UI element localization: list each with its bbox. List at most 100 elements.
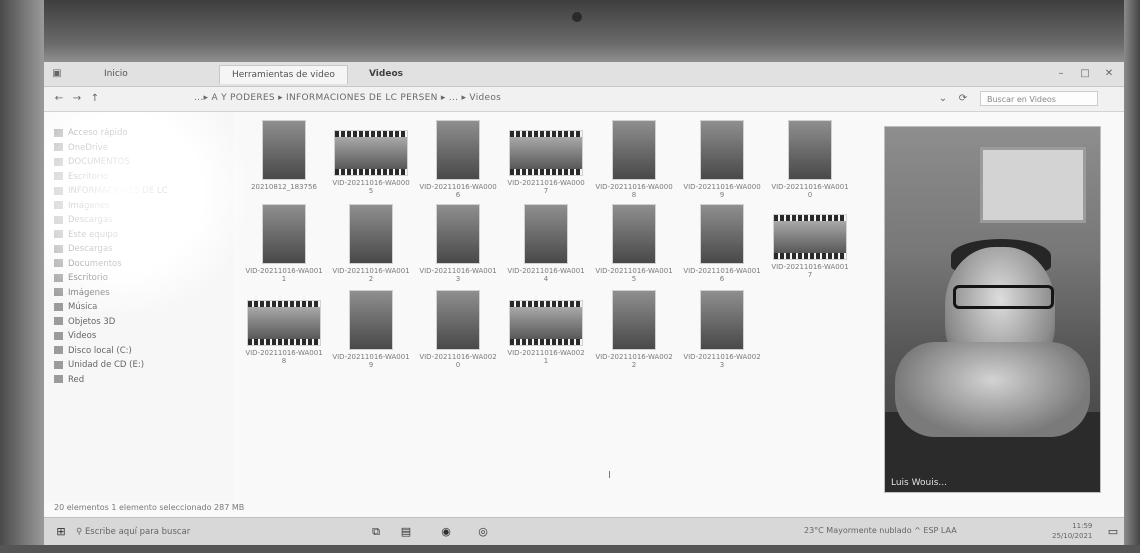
file-item[interactable]: VID-20211016-WA0007 xyxy=(506,120,586,195)
file-item[interactable]: VID-20211016-WA0013 xyxy=(418,204,498,283)
file-name: VID-20211016-WA0023 xyxy=(683,353,761,369)
background-window xyxy=(980,147,1086,223)
sidebar-item-label: Escritorio xyxy=(68,171,108,182)
file-explorer-icon[interactable]: ▤ xyxy=(399,525,413,539)
file-item[interactable]: VID-20211016-WA0016 xyxy=(682,204,762,283)
webcam-icon xyxy=(572,12,582,22)
film-frame xyxy=(510,307,582,339)
monitor-bezel-bottom xyxy=(0,545,1140,553)
system-tray[interactable]: 23°C Mayormente nublado ^ ESP LAA xyxy=(804,526,957,535)
tab-video-tools[interactable]: Herramientas de video xyxy=(219,65,348,84)
sidebar-item[interactable]: Videos xyxy=(54,329,96,343)
sidebar-item[interactable]: Imágenes xyxy=(54,199,110,213)
refresh-icon[interactable]: ⟳ xyxy=(956,92,970,106)
taskbar-search-input[interactable]: ⚲ Escribe aquí para buscar xyxy=(76,523,256,541)
file-name: VID-20211016-WA0007 xyxy=(507,179,585,195)
file-item[interactable]: VID-20211016-WA0010 xyxy=(770,120,850,199)
sidebar-item[interactable]: Música xyxy=(54,300,97,314)
minimize-icon[interactable]: – xyxy=(1054,67,1068,81)
file-name: VID-20211016-WA0022 xyxy=(595,353,673,369)
file-item[interactable]: VID-20211016-WA0012 xyxy=(331,204,411,283)
sidebar-item[interactable]: Imágenes xyxy=(54,286,110,300)
monitor-bezel-top xyxy=(0,0,1140,62)
up-arrow-icon[interactable]: ↑ xyxy=(88,92,102,106)
sidebar-item[interactable]: Descargas xyxy=(54,213,112,227)
sidebar-item-label: Unidad de CD (E:) xyxy=(68,360,145,370)
file-item[interactable]: VID-20211016-WA0018 xyxy=(244,290,324,365)
file-item[interactable]: VID-20211016-WA0021 xyxy=(506,290,586,365)
file-item[interactable]: VID-20211016-WA0008 xyxy=(594,120,674,199)
clock-date: 25/10/2021 xyxy=(1052,532,1093,540)
notifications-icon[interactable]: ▭ xyxy=(1106,525,1120,539)
sidebar-item[interactable]: Escritorio xyxy=(54,170,108,184)
taskbar: ⊞ ⚲ Escribe aquí para buscar ⧉ ▤ ◉ ◎ 23°… xyxy=(44,517,1124,545)
file-item[interactable]: VID-20211016-WA0015 xyxy=(594,204,674,283)
sidebar-item-label: Acceso rápido xyxy=(68,128,128,138)
clock[interactable]: 11:59 25/10/2021 xyxy=(1052,521,1092,541)
video-thumbnail xyxy=(349,290,393,350)
file-item[interactable]: VID-20211016-WA0023 xyxy=(682,290,762,369)
file-item[interactable]: VID-20211016-WA0005 xyxy=(331,120,411,195)
file-item[interactable]: VID-20211016-WA0020 xyxy=(418,290,498,369)
sidebar-item-label: Música xyxy=(68,302,98,312)
file-name: VID-20211016-WA0017 xyxy=(771,263,849,279)
folder-icon xyxy=(54,331,63,340)
file-name: VID-20211016-WA0010 xyxy=(771,183,849,199)
dropdown-chevron-icon[interactable]: ⌄ xyxy=(936,92,950,106)
back-arrow-icon[interactable]: ← xyxy=(52,92,66,106)
person-hands xyxy=(895,342,1090,437)
folder-icon xyxy=(54,215,63,224)
video-thumbnail xyxy=(262,120,306,180)
sidebar-item[interactable]: Documentos xyxy=(54,257,122,271)
file-name: 20210812_183756 xyxy=(251,183,317,191)
mouse-cursor: I xyxy=(608,470,611,481)
file-item[interactable]: VID-20211016-WA0019 xyxy=(331,290,411,369)
window-title: Videos xyxy=(369,69,403,79)
file-item[interactable]: VID-20211016-WA0006 xyxy=(418,120,498,199)
file-item[interactable]: VID-20211016-WA0014 xyxy=(506,204,586,283)
sidebar-item[interactable]: OneDrive xyxy=(54,141,108,155)
video-thumbnail xyxy=(436,204,480,264)
sidebar-item[interactable]: Acceso rápido xyxy=(54,126,128,140)
search-input[interactable]: Buscar en Videos xyxy=(980,91,1098,106)
sidebar-item[interactable]: Escritorio xyxy=(54,271,108,285)
file-item[interactable]: VID-20211016-WA0011 xyxy=(244,204,324,283)
sidebar-item[interactable]: INFORMACIONES DE LC xyxy=(54,184,168,198)
file-name: VID-20211016-WA0006 xyxy=(419,183,497,199)
close-icon[interactable]: ✕ xyxy=(1102,67,1116,81)
file-item[interactable]: 20210812_183756 xyxy=(244,120,324,191)
chrome-icon[interactable]: ◉ xyxy=(439,525,453,539)
sidebar-item-label: OneDrive xyxy=(68,142,108,153)
file-name: VID-20211016-WA0011 xyxy=(245,267,323,283)
maximize-icon[interactable]: □ xyxy=(1078,67,1092,81)
video-thumbnail xyxy=(436,120,480,180)
video-thumbnail xyxy=(524,204,568,264)
file-item[interactable]: VID-20211016-WA0022 xyxy=(594,290,674,369)
sidebar-item-label: Descargas xyxy=(68,244,113,254)
file-name: VID-20211016-WA0008 xyxy=(595,183,673,199)
sidebar-item[interactable]: Disco local (C:) xyxy=(54,344,132,358)
breadcrumb[interactable]: ...▸ A Y PODERES ▸ INFORMACIONES DE LC P… xyxy=(194,93,501,103)
task-view-icon[interactable]: ⧉ xyxy=(369,525,383,539)
video-thumbnail xyxy=(700,204,744,264)
video-thumbnail xyxy=(436,290,480,350)
video-thumbnail xyxy=(773,214,847,260)
video-thumbnail xyxy=(509,130,583,176)
browser-icon[interactable]: ◎ xyxy=(476,525,490,539)
sidebar-item[interactable]: Unidad de CD (E:) xyxy=(54,358,144,372)
sidebar-item[interactable]: Red xyxy=(54,373,84,387)
forward-arrow-icon[interactable]: → xyxy=(70,92,84,106)
folder-icon xyxy=(54,128,63,137)
file-item[interactable]: VID-20211016-WA0017 xyxy=(770,204,850,279)
folder-icon xyxy=(54,172,63,180)
sidebar-item[interactable]: Este equipo xyxy=(54,228,118,242)
sidebar-item-label: Imágenes xyxy=(68,287,110,298)
sidebar-item[interactable]: Objetos 3D xyxy=(54,315,115,329)
video-call-window[interactable]: Luis Wouis... xyxy=(884,126,1101,493)
tab-inicio[interactable]: Inicio xyxy=(104,65,128,83)
sidebar-item[interactable]: Descargas xyxy=(54,242,112,256)
file-item[interactable]: VID-20211016-WA0009 xyxy=(682,120,762,199)
sidebar-item[interactable]: DOCUMENTOS xyxy=(54,155,130,169)
windows-start-icon[interactable]: ⊞ xyxy=(54,525,68,539)
folder-icon: ▣ xyxy=(52,68,62,79)
